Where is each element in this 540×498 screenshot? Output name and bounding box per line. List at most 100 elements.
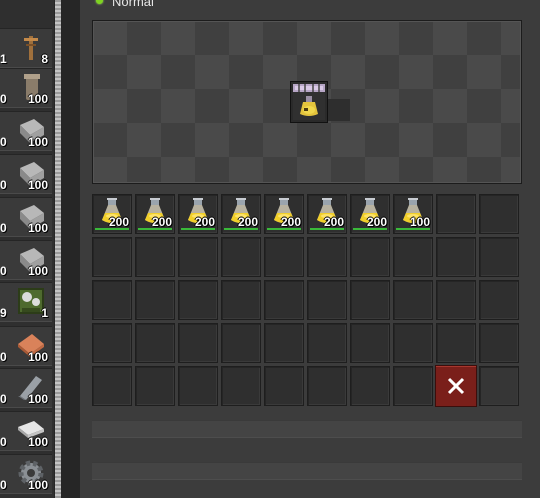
slot-count: 1 — [41, 306, 48, 320]
inventory-slot-stone-brick[interactable]: 0 100 — [0, 111, 52, 151]
inventory-slot[interactable] — [135, 280, 175, 320]
slot-count: 8 — [41, 52, 48, 66]
inventory-slot[interactable] — [393, 323, 433, 363]
slot-count: 100 — [27, 92, 48, 106]
inventory-slot-stone-brick[interactable]: 0 100 — [0, 154, 52, 194]
entity-shadow — [326, 99, 350, 121]
slot-count: 100 — [27, 350, 48, 364]
inventory-slot[interactable] — [436, 194, 476, 234]
inventory-slot-steel-beam[interactable]: 0 100 — [0, 368, 52, 408]
inventory-slot[interactable] — [221, 280, 261, 320]
lab-entity-icon — [290, 81, 328, 123]
inventory-slot[interactable] — [92, 280, 132, 320]
inventory-slot[interactable] — [350, 366, 390, 406]
panel-spacer — [92, 420, 522, 438]
status-dot-icon — [96, 0, 103, 4]
inventory-slot[interactable] — [307, 280, 347, 320]
inventory-slot[interactable] — [393, 366, 433, 406]
inventory-slot-iron-plate[interactable]: 0 100 — [0, 411, 52, 451]
slot-count: 100 — [27, 221, 48, 235]
slot-count: 200 — [108, 215, 129, 229]
inventory-slot-gear[interactable]: 0 100 — [0, 454, 52, 494]
inventory-slot[interactable] — [479, 194, 519, 234]
slot-count: 100 — [27, 178, 48, 192]
inventory-slot[interactable] — [92, 366, 132, 406]
inventory-slot-assembling-machine[interactable]: 9 1 — [0, 282, 52, 322]
inventory-slot-pipe[interactable]: 0 100 — [0, 68, 52, 108]
slot-count-left: 0 — [0, 92, 7, 106]
slot-count: 100 — [27, 478, 48, 492]
inventory-slot[interactable] — [479, 366, 519, 406]
inventory-slot-stone-brick[interactable]: 0 100 — [0, 240, 52, 280]
inventory-slot[interactable] — [436, 280, 476, 320]
inventory-slot[interactable] — [135, 323, 175, 363]
inventory-slot[interactable] — [92, 323, 132, 363]
slot-count: 100 — [27, 264, 48, 278]
slot-count-left: 0 — [0, 350, 7, 364]
inventory-slot[interactable] — [135, 366, 175, 406]
inventory-slot[interactable] — [221, 366, 261, 406]
slot-count: 200 — [280, 215, 301, 229]
inventory-slot[interactable] — [307, 323, 347, 363]
inventory-slot[interactable] — [350, 237, 390, 277]
inventory-slot[interactable] — [350, 323, 390, 363]
inventory-slot[interactable] — [178, 280, 218, 320]
slot-count-left: 0 — [0, 392, 7, 406]
close-icon — [447, 377, 465, 395]
inventory-slot[interactable] — [393, 280, 433, 320]
inventory-slot[interactable] — [264, 366, 304, 406]
inventory-slot[interactable]: 200 — [307, 194, 347, 234]
inventory-slot[interactable] — [264, 237, 304, 277]
status-label: Normal — [112, 0, 154, 9]
inventory-slot[interactable] — [178, 323, 218, 363]
inventory-slot[interactable] — [479, 323, 519, 363]
entity-preview — [92, 20, 522, 184]
inventory-slot[interactable] — [436, 237, 476, 277]
slot-count-left: 0 — [0, 178, 7, 192]
inventory-slot[interactable] — [350, 280, 390, 320]
inventory-slot[interactable]: 200 — [264, 194, 304, 234]
slot-count: 100 — [27, 392, 48, 406]
inventory-slot[interactable] — [393, 237, 433, 277]
inventory-slot[interactable]: 200 — [178, 194, 218, 234]
inventory-slot-medium-pole[interactable]: 1 8 — [0, 28, 52, 68]
inventory-slot[interactable] — [479, 280, 519, 320]
slot-count: 200 — [151, 215, 172, 229]
slot-count: 200 — [237, 215, 258, 229]
inventory-slot[interactable] — [178, 366, 218, 406]
inventory-slot[interactable] — [221, 237, 261, 277]
inventory-slot[interactable]: 200 — [92, 194, 132, 234]
inventory-slot[interactable] — [264, 323, 304, 363]
slot-count: 100 — [27, 135, 48, 149]
inventory-slot[interactable] — [307, 237, 347, 277]
inventory-slot[interactable] — [479, 237, 519, 277]
clear-trash-button[interactable] — [435, 365, 477, 407]
inventory-slot-copper-plate[interactable]: 0 100 — [0, 326, 52, 366]
panel-divider — [62, 0, 80, 498]
inventory-slot[interactable] — [307, 366, 347, 406]
slot-count-left: 0 — [0, 135, 7, 149]
inventory-slot[interactable]: 200 — [221, 194, 261, 234]
inventory-slot[interactable] — [92, 237, 132, 277]
inventory-slot[interactable]: 100 — [393, 194, 433, 234]
inventory-slot-stone-brick[interactable]: 0 100 — [0, 197, 52, 237]
inventory-slot[interactable] — [178, 237, 218, 277]
panel-spacer — [92, 462, 522, 480]
slot-count-left: 0 — [0, 435, 7, 449]
player-inventory-panel: 1 8 0 100 0 100 0 100 0 100 0 100 9 1 0 … — [0, 0, 56, 498]
inventory-scrollbar-thumb[interactable] — [55, 0, 61, 498]
slot-count-left: 1 — [0, 52, 7, 66]
slot-count: 100 — [27, 435, 48, 449]
inventory-slot[interactable]: 200 — [135, 194, 175, 234]
inventory-slot[interactable] — [135, 237, 175, 277]
slot-count: 100 — [409, 215, 430, 229]
slot-count: 200 — [366, 215, 387, 229]
inventory-slot[interactable] — [436, 323, 476, 363]
inventory-slot[interactable] — [264, 280, 304, 320]
slot-count-left: 9 — [0, 306, 7, 320]
slot-count: 200 — [194, 215, 215, 229]
inventory-slot[interactable] — [221, 323, 261, 363]
slot-count-left: 0 — [0, 264, 7, 278]
inventory-slot[interactable]: 200 — [350, 194, 390, 234]
slot-count: 200 — [323, 215, 344, 229]
